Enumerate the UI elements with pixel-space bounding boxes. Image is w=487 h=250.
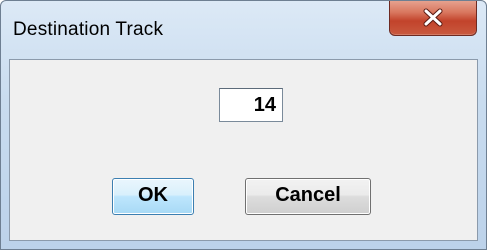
window-title: Destination Track: [13, 19, 164, 40]
close-icon: [423, 8, 443, 27]
dialog-client-area: OK Cancel: [9, 59, 478, 241]
destination-track-dialog: Destination Track OK Cancel: [0, 0, 487, 250]
track-number-input[interactable]: [219, 88, 283, 122]
title-bar[interactable]: Destination Track: [1, 1, 486, 57]
cancel-button[interactable]: Cancel: [245, 178, 371, 215]
close-button[interactable]: [389, 1, 477, 36]
ok-button[interactable]: OK: [112, 178, 194, 215]
